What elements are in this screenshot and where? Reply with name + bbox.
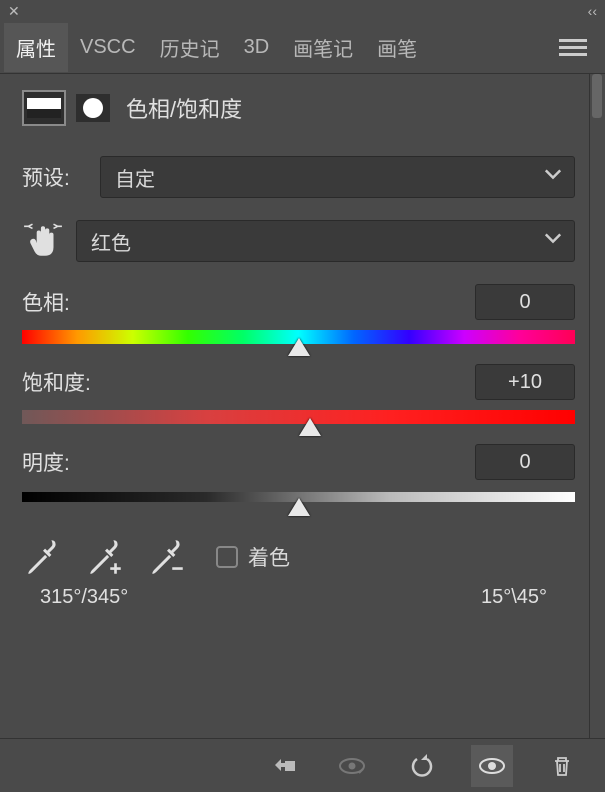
tab-brush[interactable]: 画笔	[365, 23, 429, 72]
chevron-down-icon	[544, 165, 562, 189]
channel-select[interactable]: 红色	[76, 220, 575, 262]
visibility-icon[interactable]	[471, 745, 513, 787]
range-left: 315°/345°	[40, 586, 128, 609]
eyedropper-subtract-icon[interactable]	[146, 536, 188, 578]
tab-history[interactable]: 历史记	[148, 23, 232, 72]
mask-icon[interactable]	[76, 94, 110, 122]
slider-thumb[interactable]	[288, 338, 310, 356]
adjustment-icon[interactable]	[22, 90, 66, 126]
adjustment-title: 色相/饱和度	[126, 92, 242, 124]
hue-slider[interactable]	[22, 328, 575, 346]
lightness-value[interactable]: 0	[475, 444, 575, 480]
colorize-checkbox[interactable]	[216, 546, 238, 568]
saturation-value[interactable]: +10	[475, 364, 575, 400]
panel-menu-icon[interactable]	[559, 35, 587, 60]
tab-3d[interactable]: 3D	[232, 26, 282, 69]
slider-thumb[interactable]	[299, 418, 321, 436]
tab-vsco[interactable]: VSCC	[68, 26, 148, 69]
lightness-slider[interactable]	[22, 488, 575, 506]
delete-icon[interactable]	[541, 745, 583, 787]
hue-label: 色相:	[22, 287, 70, 317]
footer-bar	[0, 738, 605, 792]
eyedropper-add-icon[interactable]	[84, 536, 126, 578]
lightness-label: 明度:	[22, 447, 70, 477]
hue-value[interactable]: 0	[475, 284, 575, 320]
chevron-down-icon	[544, 229, 562, 253]
view-previous-icon[interactable]	[331, 745, 373, 787]
clip-to-layer-icon[interactable]	[261, 745, 303, 787]
colorize-label: 着色	[248, 542, 290, 572]
tab-brush-settings[interactable]: 画笔记	[281, 23, 365, 72]
preset-label: 预设:	[22, 162, 88, 192]
saturation-label: 饱和度:	[22, 367, 91, 397]
scrubby-hand-icon[interactable]	[22, 221, 64, 261]
saturation-slider[interactable]	[22, 408, 575, 426]
tab-properties[interactable]: 属性	[4, 23, 68, 72]
scrollbar[interactable]	[589, 74, 605, 738]
tab-bar: 属性 VSCC 历史记 3D 画笔记 画笔	[0, 22, 605, 74]
slider-thumb[interactable]	[288, 498, 310, 516]
preset-select[interactable]: 自定	[100, 156, 575, 198]
eyedropper-icon[interactable]	[22, 536, 64, 578]
close-icon[interactable]: ✕	[8, 3, 20, 20]
reset-icon[interactable]	[401, 745, 443, 787]
collapse-icon[interactable]: ‹‹	[588, 3, 597, 19]
range-right: 15°\45°	[481, 586, 547, 609]
